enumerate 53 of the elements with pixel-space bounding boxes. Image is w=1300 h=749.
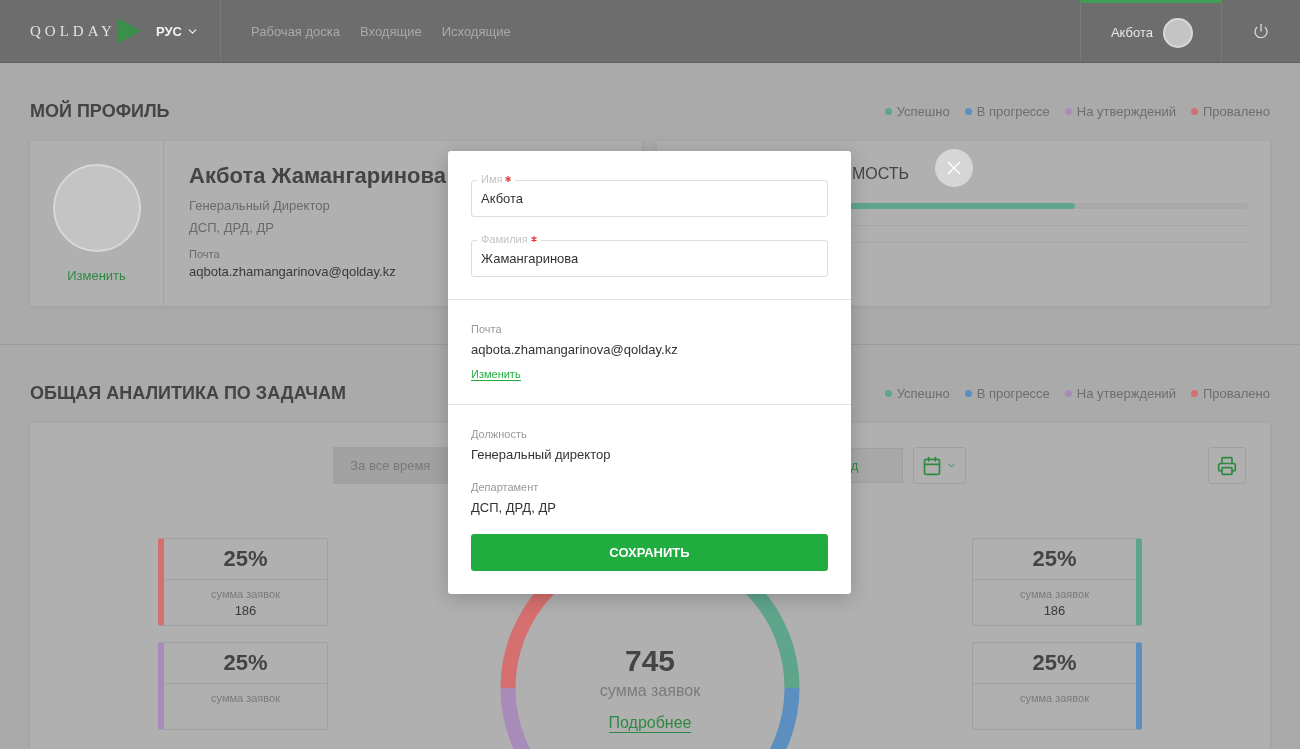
logo-text: QOLDAY [30, 22, 116, 40]
profile-department: ДСП, ДРД, ДР [189, 220, 275, 235]
legend-item: В прогрессе [964, 103, 1050, 119]
stat-percent: 25% [973, 643, 1136, 684]
save-button[interactable]: СОХРАНИТЬ [471, 534, 828, 571]
stat-percent: 25% [164, 643, 327, 684]
legend-item: Провалено [1190, 103, 1270, 119]
user-name[interactable]: Акбота [1110, 25, 1153, 40]
logo-triangle-icon [115, 17, 142, 45]
date-field[interactable]: д [849, 448, 903, 483]
legend-item: На утверждений [1064, 385, 1176, 401]
text-input[interactable]: Акбота [481, 191, 818, 206]
details-link[interactable]: Подробнее [608, 713, 692, 733]
stat-value: 186 [1042, 603, 1067, 618]
nav-link[interactable]: Рабочая доска [251, 23, 341, 39]
profile-position: Генеральный Директор [189, 198, 331, 213]
stat-percent: 25% [973, 539, 1136, 580]
profile-email: aqbota.zhamangarinova@qolday.kz [189, 264, 397, 279]
nav-link[interactable]: Исходящие [441, 23, 511, 39]
section-title: ОБЩАЯ АНАЛИТИКА ПО ЗАДАЧАМ [30, 382, 346, 404]
total-value: 745 [624, 643, 676, 678]
email-value: aqbota.zhamangarinova@qolday.kz [471, 342, 679, 357]
stat-value: 186 [233, 603, 258, 618]
legend-item: Успешно [884, 103, 950, 119]
field-label: Имя [481, 173, 503, 185]
calendar-icon [922, 455, 942, 476]
text-field[interactable]: Фамилия Жамангаринова [471, 232, 828, 277]
calendar-button[interactable] [913, 447, 966, 484]
email-label: Почта [189, 248, 221, 260]
text-field[interactable]: Имя Акбота [471, 172, 828, 217]
power-icon [1253, 23, 1269, 39]
email-label: Почта [471, 323, 503, 335]
info-label: Должность [471, 428, 528, 440]
nav-link[interactable]: Входящие [360, 23, 422, 39]
printer-icon [1217, 455, 1237, 476]
stat-percent: 25% [164, 539, 327, 580]
legend-item: Провалено [1190, 385, 1270, 401]
field-label: Фамилия [481, 233, 528, 245]
legend-item: Успешно [884, 385, 950, 401]
print-button[interactable] [1208, 447, 1246, 484]
text-input[interactable]: Жамангаринова [481, 251, 818, 266]
section-title: МОЙ ПРОФИЛЬ [30, 100, 170, 122]
info-value: ДСП, ДРД, ДР [471, 500, 557, 515]
legend-item: На утверждений [1064, 103, 1176, 119]
language-selector[interactable]: РУС [155, 23, 199, 39]
profile-name: Акбота Жамангаринова [189, 163, 446, 189]
card-title: МОСТЬ [852, 165, 910, 184]
info-label: Департамент [471, 481, 540, 493]
user-avatar[interactable] [1163, 17, 1193, 48]
legend-item: В прогрессе [964, 385, 1050, 401]
change-photo-link[interactable]: Изменить [67, 268, 126, 283]
change-email-link[interactable]: Изменить [471, 368, 521, 381]
info-value: Генеральный директор [471, 447, 612, 462]
